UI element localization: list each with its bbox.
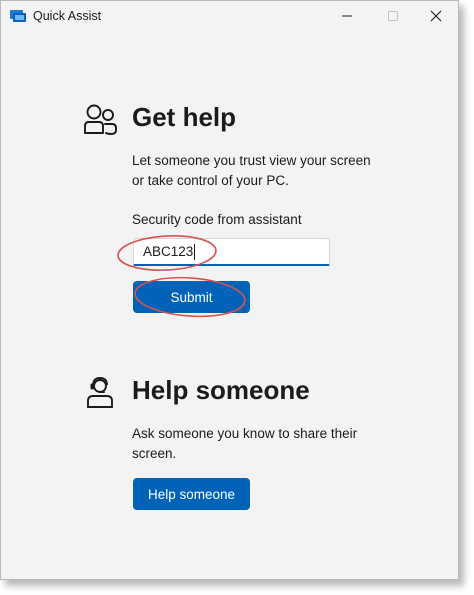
get-help-description: Let someone you trust view your screen o… [132,151,371,191]
close-button[interactable] [413,1,459,31]
get-help-heading: Get help [132,102,237,132]
quick-assist-window: Quick Assist Get help Let someone you tr… [0,0,459,580]
get-help-description-line1: Let someone you trust view your screen [132,153,371,168]
people-icon [83,103,119,141]
help-someone-button[interactable]: Help someone [133,478,250,510]
help-someone-heading: Help someone [132,375,310,405]
minimize-button[interactable] [324,1,370,31]
window-title: Quick Assist [33,9,102,23]
security-code-label: Security code from assistant [132,212,302,227]
help-someone-description: Ask someone you know to share their scre… [132,424,357,464]
maximize-button[interactable] [370,1,416,31]
minimize-icon [342,15,352,17]
get-help-description-line2: or take control of your PC. [132,173,289,188]
submit-button[interactable]: Submit [133,281,250,313]
help-someone-description-line2: screen. [132,446,177,461]
close-icon [430,10,442,22]
help-someone-description-line1: Ask someone you know to share their [132,426,358,441]
maximize-icon [388,11,398,21]
security-code-input[interactable]: ABC123 [133,238,330,266]
text-caret [194,244,196,261]
person-headset-icon [85,375,119,413]
title-bar[interactable]: Quick Assist [1,1,458,31]
security-code-value: ABC123 [143,244,194,259]
quick-assist-app-icon [10,9,26,24]
